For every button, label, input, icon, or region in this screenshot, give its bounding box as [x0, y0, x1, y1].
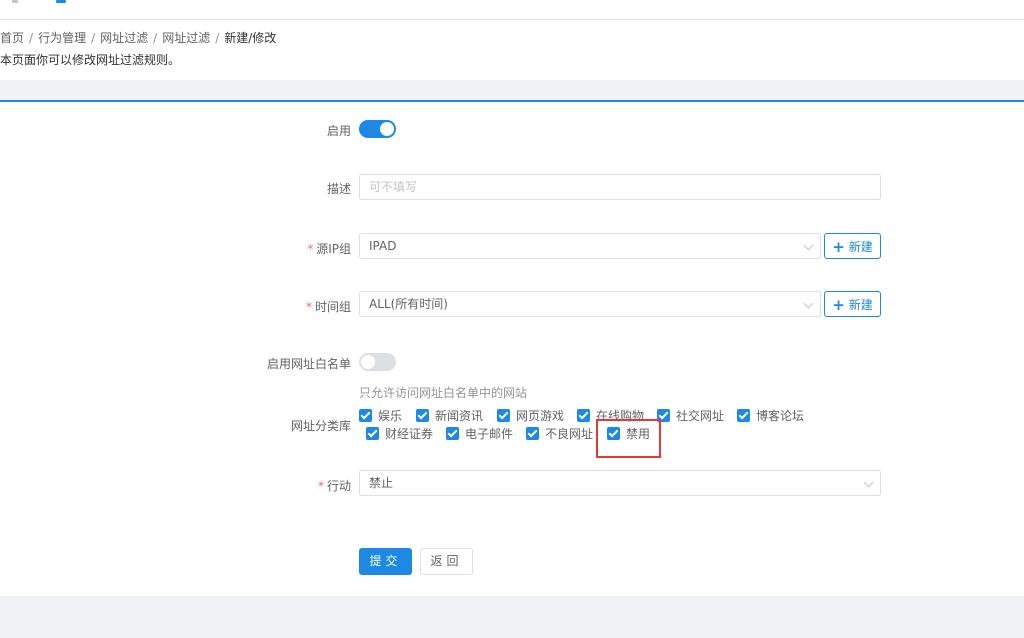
checkbox-checked-icon	[416, 409, 429, 422]
category-checkbox-entertainment[interactable]: 娱乐	[359, 409, 402, 423]
action-label: * 行动	[317, 479, 351, 493]
switch-knob	[361, 355, 375, 369]
plus-icon: +	[832, 296, 845, 314]
category-label: 网址分类库	[290, 419, 351, 433]
breadcrumb-separator: /	[215, 31, 220, 45]
top-bar	[0, 0, 1024, 20]
checkbox-checked-icon	[359, 409, 372, 422]
checkbox-checked-icon	[497, 409, 510, 422]
category-checkbox-email[interactable]: 电子邮件	[446, 427, 513, 441]
whitelist-label: 启用网址白名单	[266, 357, 351, 371]
add-time-group-button[interactable]: + 新建	[824, 291, 881, 317]
time-group-label: * 时间组	[305, 300, 351, 314]
category-checkbox-web-games[interactable]: 网页游戏	[497, 409, 564, 423]
time-group-value: ALL(所有时间)	[369, 297, 448, 311]
category-checkbox-blog-forum[interactable]: 博客论坛	[737, 409, 804, 423]
whitelist-hint: 只允许访问网址白名单中的网站	[359, 386, 528, 400]
checkbox-checked-icon	[577, 409, 590, 422]
enable-switch[interactable]	[359, 120, 396, 138]
enable-label: 启用	[326, 124, 351, 138]
chevron-down-icon	[863, 477, 874, 488]
source-ip-group-value: IPAD	[369, 239, 397, 253]
category-checkbox-social[interactable]: 社交网址	[657, 409, 724, 423]
submit-button[interactable]: 提交	[359, 548, 412, 575]
category-checkbox-finance[interactable]: 财经证券	[366, 427, 433, 441]
checkbox-checked-icon	[366, 427, 379, 440]
checkbox-checked-icon	[737, 409, 750, 422]
breadcrumb-home[interactable]: 首页	[0, 31, 24, 45]
source-ip-group-label: * 源IP组	[307, 242, 351, 256]
gap-strip	[0, 80, 1024, 100]
source-ip-group-select[interactable]: IPAD	[359, 233, 821, 259]
required-mark: *	[307, 242, 314, 256]
breadcrumb-url-filter-list[interactable]: 网址过滤	[162, 31, 210, 45]
page-description: 本页面你可以修改网址过滤规则。	[0, 53, 181, 67]
page-header: 首页 / 行为管理 / 网址过滤 / 网址过滤 / 新建/修改 本页面你可以修改网址过滤规则。	[0, 20, 1024, 80]
checkbox-checked-icon	[526, 427, 539, 440]
action-value: 禁止	[369, 476, 394, 490]
breadcrumb-current: 新建/修改	[224, 31, 277, 45]
checkbox-checked-icon	[446, 427, 459, 440]
description-label: 描述	[326, 182, 351, 196]
page-footer-area	[0, 596, 1024, 638]
time-group-select[interactable]: ALL(所有时间)	[359, 291, 821, 317]
back-button[interactable]: 返回	[420, 548, 473, 575]
chevron-down-icon	[803, 240, 814, 251]
required-mark: *	[305, 300, 312, 314]
whitelist-switch[interactable]	[359, 353, 396, 371]
breadcrumb: 首页 / 行为管理 / 网址过滤 / 网址过滤 / 新建/修改	[0, 29, 276, 46]
required-mark: *	[317, 479, 324, 493]
logo	[0, 0, 70, 6]
add-source-ip-group-button[interactable]: + 新建	[824, 233, 881, 259]
breadcrumb-separator: /	[91, 31, 96, 45]
breadcrumb-separator: /	[29, 31, 34, 45]
description-placeholder: 可不填写	[369, 180, 418, 194]
breadcrumb-url-filter[interactable]: 网址过滤	[100, 31, 148, 45]
highlight-box	[596, 419, 661, 458]
breadcrumb-behavior-management[interactable]: 行为管理	[38, 31, 86, 45]
category-checkbox-news[interactable]: 新闻资讯	[416, 409, 483, 423]
description-input[interactable]: 可不填写	[359, 174, 881, 200]
action-select[interactable]: 禁止	[359, 470, 881, 496]
chevron-down-icon	[803, 298, 814, 309]
breadcrumb-separator: /	[153, 31, 158, 45]
category-checkbox-bad-sites[interactable]: 不良网址	[526, 427, 593, 441]
switch-knob	[380, 122, 394, 136]
plus-icon: +	[832, 238, 845, 256]
